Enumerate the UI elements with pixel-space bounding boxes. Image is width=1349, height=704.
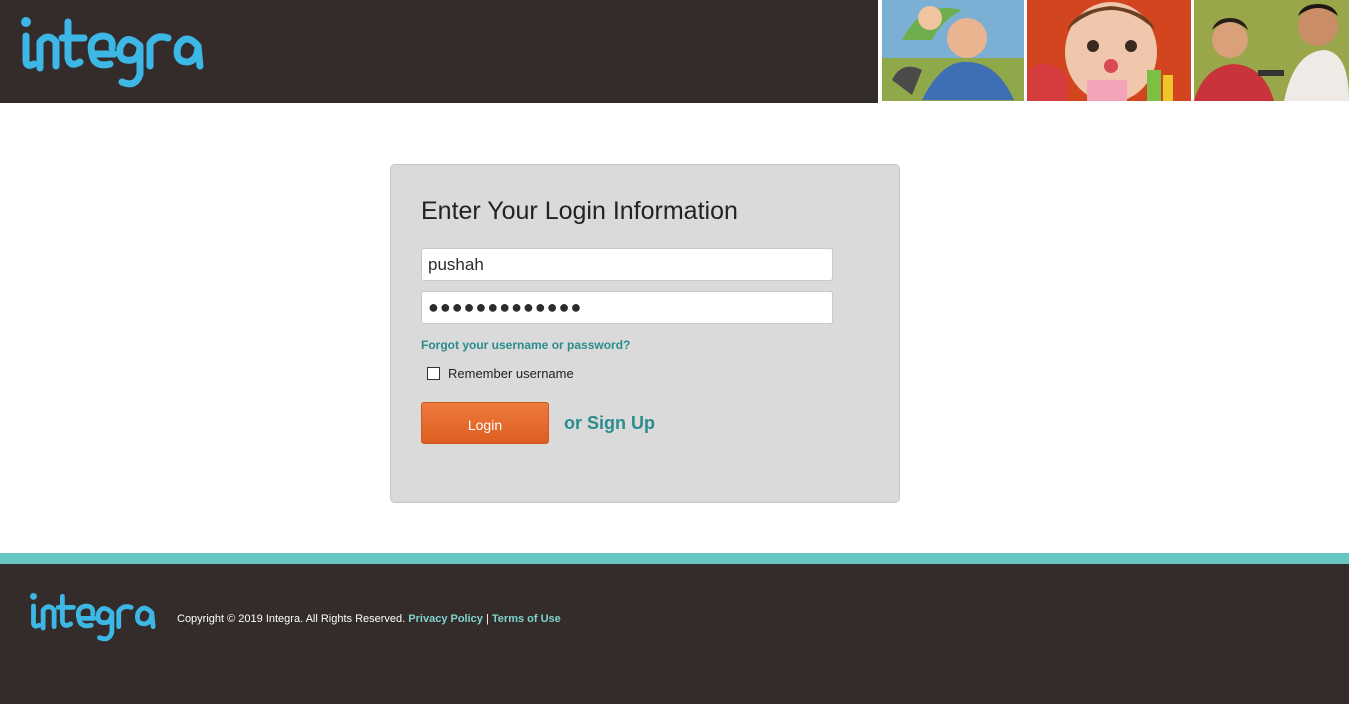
footer-accent-bar: [0, 553, 1349, 564]
forgot-credentials-link[interactable]: Forgot your username or password?: [421, 338, 630, 352]
header-photo-strip: [878, 0, 1349, 103]
site-footer: Copyright © 2019 Integra. All Rights Res…: [0, 564, 1349, 704]
remember-username-label[interactable]: Remember username: [448, 366, 574, 381]
password-input[interactable]: [421, 291, 833, 324]
integra-logo-icon[interactable]: [18, 8, 210, 96]
login-button[interactable]: Login: [421, 402, 549, 444]
privacy-policy-link[interactable]: Privacy Policy: [408, 613, 483, 625]
username-input[interactable]: [421, 248, 833, 281]
header-photo-girl: [1027, 0, 1191, 101]
site-header: [0, 0, 1349, 103]
header-photo-family: [882, 0, 1024, 101]
login-title: Enter Your Login Information: [421, 197, 738, 225]
footer-logo-icon[interactable]: [28, 586, 160, 648]
header-photo-boys: [1194, 0, 1349, 101]
terms-of-use-link[interactable]: Terms of Use: [492, 613, 561, 625]
sign-up-link[interactable]: or Sign Up: [564, 413, 655, 434]
copyright-text: Copyright © 2019 Integra. All Rights Res…: [177, 613, 406, 625]
login-panel: Enter Your Login Information Forgot your…: [390, 164, 900, 503]
footer-separator: |: [485, 613, 489, 625]
remember-username-row[interactable]: Remember username: [427, 366, 574, 381]
footer-legal: Copyright © 2019 Integra. All Rights Res…: [177, 613, 561, 625]
checkbox-unchecked-icon[interactable]: [427, 367, 440, 380]
